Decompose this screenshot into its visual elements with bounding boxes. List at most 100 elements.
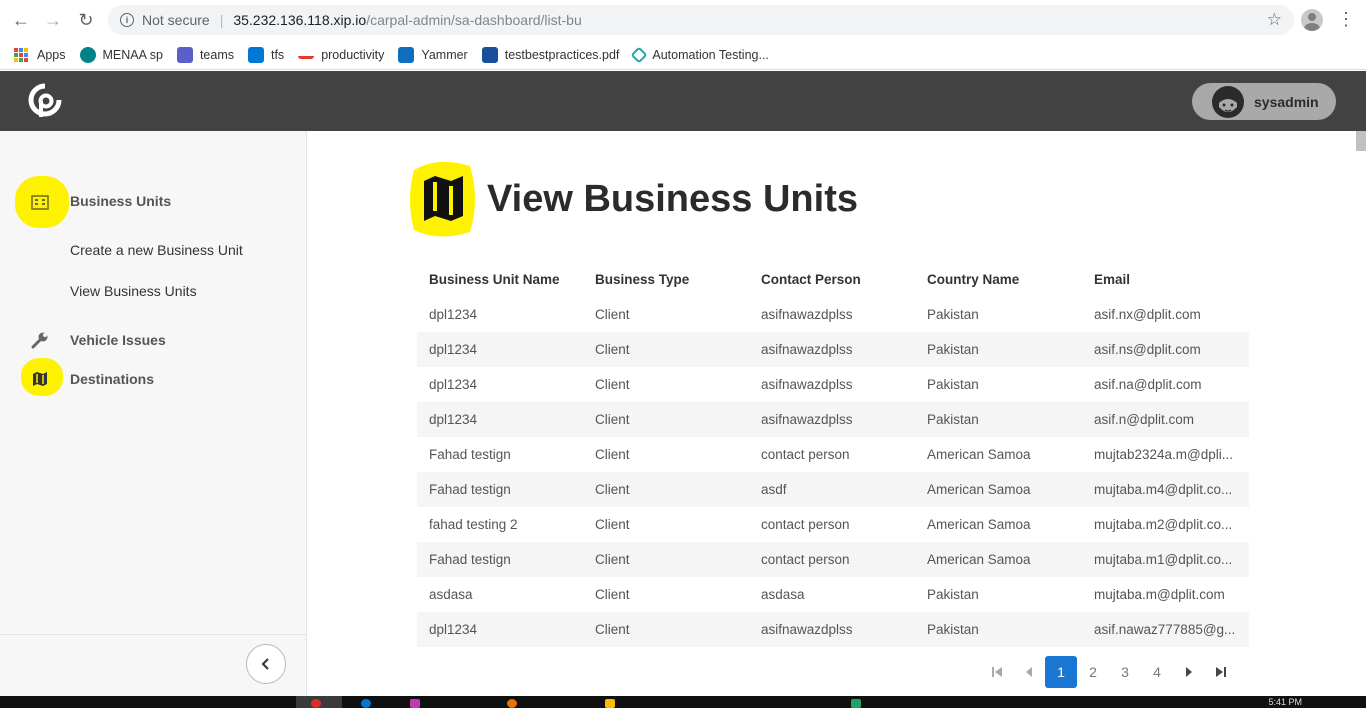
next-page-icon[interactable] (1173, 656, 1205, 688)
cell-country-name: American Samoa (915, 472, 1082, 507)
cell-business-unit-name: dpl1234 (429, 377, 478, 392)
table-header-row: Business Unit Name Business Type Contact… (417, 262, 1249, 297)
username: sysadmin (1254, 93, 1319, 110)
firefox-taskbar-icon[interactable] (507, 699, 517, 708)
cell-email: asif.na@dplit.com (1094, 377, 1202, 392)
address-separator: | (219, 12, 224, 28)
sidebar-item-business-units[interactable]: Business Units (70, 193, 171, 209)
yammer-icon (398, 46, 415, 63)
cell-email: asif.ns@dplit.com (1082, 332, 1249, 367)
cell-business-type: Client (583, 402, 749, 437)
column-header-country-name[interactable]: Country Name (915, 262, 1082, 297)
bookmark-tfs[interactable]: tfs (247, 46, 284, 63)
cell-business-type: Client (583, 472, 749, 507)
explorer-taskbar-icon[interactable] (605, 699, 615, 708)
bookmark-star-icon[interactable]: ☆ (1267, 10, 1282, 30)
cell-contact-person: asdf (749, 472, 915, 507)
sidebar-footer (0, 634, 306, 696)
page-scrollbar[interactable] (1356, 131, 1366, 151)
table-row[interactable]: dpl1234 Client asifnawazdplss Pakistan asif.… (417, 402, 1249, 437)
azure-devops-icon (247, 46, 264, 63)
cell-contact-person: contact person (761, 517, 850, 532)
bookmarks-bar: Apps MENAA sp teams tfs productivity Yam… (0, 40, 1366, 70)
cell-country-name: Pakistan (927, 377, 979, 392)
address-bar[interactable]: i Not secure | 35.232.136.118.xip.io/car… (108, 5, 1294, 35)
cell-email: mujtaba.m1@dplit.co... (1082, 542, 1249, 577)
cell-country-name: Pakistan (927, 307, 979, 322)
wrench-icon (30, 330, 50, 350)
last-page-icon[interactable] (1205, 656, 1237, 688)
cell-contact-person: contact person (749, 542, 915, 577)
cell-business-unit-name: dpl1234 (429, 307, 478, 322)
browser-toolbar: ← → ↻ i Not secure | 35.232.136.118.xip.… (0, 0, 1366, 40)
bookmark-menaa-sp[interactable]: MENAA sp (79, 46, 163, 63)
bookmark-yammer[interactable]: Yammer (398, 46, 468, 63)
cell-email: mujtaba.m2@dplit.co... (1094, 517, 1233, 532)
cell-email: asif.nx@dplit.com (1094, 307, 1201, 322)
column-header-business-unit-name[interactable]: Business Unit Name (417, 262, 583, 297)
cell-business-unit-name: dpl1234 (417, 332, 583, 367)
table-row[interactable]: Fahad testign Client contact person America… (417, 542, 1249, 577)
cell-email: asif.n@dplit.com (1082, 402, 1249, 437)
carpal-logo-icon[interactable] (28, 83, 62, 119)
table-row[interactable]: dpl1234 Client asifnawazdplss Pakistan asif.… (417, 297, 1249, 332)
business-units-table: Business Unit Name Business Type Contact… (417, 262, 1249, 647)
app-header: sysadmin (0, 71, 1366, 131)
cell-contact-person: asifnawazdplss (761, 377, 853, 392)
bookmark-apps[interactable]: Apps (14, 47, 66, 62)
cell-business-type: Client (595, 587, 630, 602)
apps-grid-icon (14, 47, 28, 62)
chrome-taskbar-icon[interactable] (311, 699, 321, 708)
edge-taskbar-icon[interactable] (361, 699, 371, 708)
bookmark-teams[interactable]: teams (176, 46, 234, 63)
page-2-button[interactable]: 2 (1077, 656, 1109, 688)
table-row[interactable]: dpl1234 Client asifnawazdplss Pakistan asif.… (417, 332, 1249, 367)
column-header-email[interactable]: Email (1082, 262, 1249, 297)
sidebar-item-view-business-units[interactable]: View Business Units (70, 283, 197, 299)
bookmark-label: productivity (321, 47, 385, 62)
pdf-icon (481, 46, 498, 63)
table-row[interactable]: Fahad testign Client contact person America… (417, 437, 1249, 472)
bookmark-testbestpractices[interactable]: testbestpractices.pdf (481, 46, 620, 63)
bookmark-automation-testing[interactable]: Automation Testing... (630, 46, 769, 63)
column-header-business-type[interactable]: Business Type (583, 262, 749, 297)
cell-country-name: Pakistan (915, 612, 1082, 647)
app-taskbar-icon[interactable] (410, 699, 420, 708)
info-icon[interactable]: i (120, 13, 134, 27)
page-4-button[interactable]: 4 (1141, 656, 1173, 688)
excel-taskbar-icon[interactable] (851, 699, 861, 708)
user-menu[interactable]: sysadmin (1192, 83, 1336, 120)
table-row[interactable]: dpl1234 Client asifnawazdplss Pakistan asif.… (417, 367, 1249, 402)
bookmark-label: teams (199, 47, 234, 62)
reload-icon[interactable]: ↻ (75, 9, 97, 31)
table-row[interactable]: fahad testing 2 Client contact person Ameri… (417, 507, 1249, 542)
sidebar-item-vehicle-issues[interactable]: Vehicle Issues (70, 332, 166, 348)
forward-arrow-icon[interactable]: → (42, 9, 64, 31)
cell-email: mujtaba.m@dplit.com (1094, 587, 1225, 602)
collapse-sidebar-button[interactable] (246, 644, 286, 684)
cell-business-type: Client (595, 447, 630, 462)
cell-country-name: American Samoa (927, 517, 1031, 532)
table-row[interactable]: dpl1234 Client asifnawazdplss Pakistan asif.… (417, 612, 1249, 647)
browser-profile-icon[interactable] (1301, 9, 1323, 31)
bookmark-label: testbestpractices.pdf (504, 47, 620, 62)
sidebar-item-destinations[interactable]: Destinations (70, 371, 154, 387)
previous-page-icon[interactable] (1013, 656, 1045, 688)
page-1-button[interactable]: 1 (1045, 656, 1077, 688)
url-host: 35.232.136.118.xip.io (233, 12, 367, 28)
page-3-button[interactable]: 3 (1109, 656, 1141, 688)
column-header-contact-person[interactable]: Contact Person (749, 262, 915, 297)
page-title: View Business Units (487, 178, 858, 220)
cell-contact-person: asifnawazdplss (761, 307, 853, 322)
table-row[interactable]: Fahad testign Client asdf American Samoa muj… (417, 472, 1249, 507)
cell-country-name: American Samoa (927, 447, 1031, 462)
sidebar: Business Units Create a new Business Uni… (0, 131, 307, 696)
cell-business-unit-name: asdasa (429, 587, 473, 602)
sidebar-item-create-business-unit[interactable]: Create a new Business Unit (70, 242, 243, 258)
browser-menu-icon[interactable]: ⋮ (1337, 9, 1355, 30)
bookmark-productivity[interactable]: productivity (298, 48, 384, 62)
back-arrow-icon[interactable]: ← (10, 9, 32, 31)
first-page-icon[interactable] (981, 656, 1013, 688)
table-row[interactable]: asdasa Client asdasa Pakistan mujtaba.m@dpli… (417, 577, 1249, 612)
cell-country-name: Pakistan (927, 587, 979, 602)
